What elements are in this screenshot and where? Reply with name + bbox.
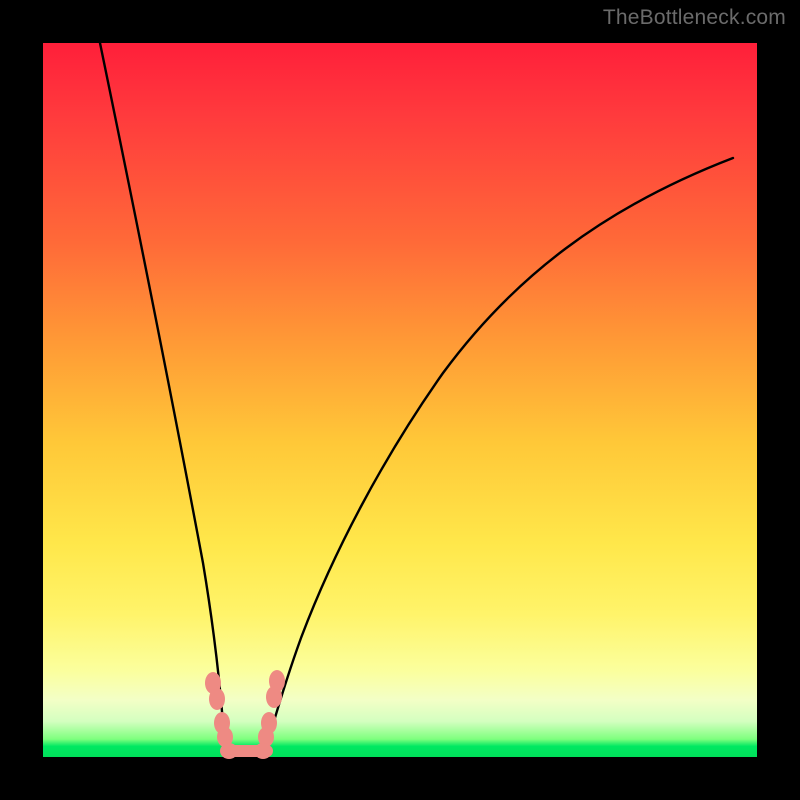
left-marker-upper-b <box>209 688 225 710</box>
bottom-marker-cluster <box>220 743 273 759</box>
right-marker-cluster <box>258 670 285 747</box>
left-marker-cluster <box>205 672 233 747</box>
chart-frame: TheBottleneck.com <box>0 0 800 800</box>
watermark-text: TheBottleneck.com <box>603 6 786 30</box>
right-marker-upper-b <box>266 686 282 708</box>
curve-layer <box>43 43 757 757</box>
bottom-marker-b <box>254 743 272 759</box>
right-curve <box>265 158 733 751</box>
left-curve <box>100 43 227 751</box>
plot-area <box>43 43 757 757</box>
bottom-marker-a <box>220 743 238 759</box>
